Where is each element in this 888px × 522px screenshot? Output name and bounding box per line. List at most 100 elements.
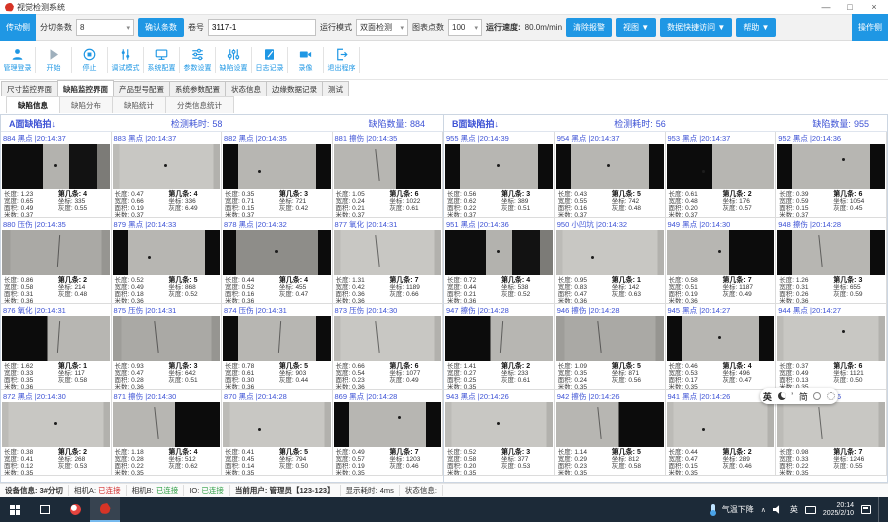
admin-login-button[interactable]: 管理登录 (0, 47, 35, 73)
data-quick-access-menu-button[interactable]: 数据快捷访问 ▼ (660, 18, 732, 37)
defect-cell[interactable]: 944 黑点 |20:14:27 长度: 0.37 宽度: 0.49 面积: 0… (776, 304, 887, 390)
defect-image[interactable] (223, 316, 331, 361)
defect-image[interactable] (556, 144, 664, 189)
defect-cell[interactable]: 946 擦伤 |20:14:28 长度: 1.09 宽度: 0.35 面积: 0… (555, 304, 666, 390)
param-settings-button[interactable]: 参数设置 (180, 47, 215, 73)
defect-image[interactable] (556, 316, 664, 361)
tab-0[interactable]: 尺寸监控界面 (1, 81, 58, 96)
ime-simplified-toggle[interactable]: 简 (799, 390, 808, 403)
defect-image[interactable] (2, 402, 110, 447)
minimize-button[interactable]: — (814, 0, 838, 14)
defect-image[interactable] (556, 402, 664, 447)
defect-image[interactable] (667, 230, 775, 275)
system-config-button[interactable]: 系统配置 (144, 47, 179, 73)
defect-cell[interactable]: 954 黑点 |20:14:37 长度: 0.43 宽度: 0.55 面积: 0… (555, 132, 666, 218)
defect-image[interactable] (2, 316, 110, 361)
defect-cell[interactable]: 884 黑点 |20:14:37 长度: 1.23 宽度: 0.65 面积: 0… (1, 132, 112, 218)
tab-1[interactable]: 缺陷监控界面 (57, 80, 114, 96)
start-button[interactable]: 开始 (36, 47, 71, 73)
defect-cell[interactable]: 951 黑点 |20:14:36 长度: 0.72 宽度: 0.44 面积: 0… (444, 218, 555, 304)
defect-cell[interactable]: 953 黑点 |20:14:37 长度: 0.61 宽度: 0.48 面积: 0… (666, 132, 777, 218)
defect-cell[interactable]: 878 黑点 |20:14:32 长度: 0.44 宽度: 0.52 面积: 0… (222, 218, 333, 304)
ime-english-toggle[interactable]: 英 (763, 390, 772, 403)
defect-cell[interactable]: 874 压伤 |20:14:31 长度: 0.78 宽度: 0.61 面积: 0… (222, 304, 333, 390)
action-center-icon[interactable] (861, 505, 871, 514)
defect-image[interactable] (777, 316, 885, 361)
record-video-button[interactable]: 录像 (288, 47, 323, 73)
defect-cell[interactable]: 941 黑点 |20:14:26 长度: 0.44 宽度: 0.47 面积: 0… (666, 390, 777, 476)
defect-image[interactable] (777, 144, 885, 189)
maximize-button[interactable]: □ (838, 0, 862, 14)
gear-icon[interactable] (827, 392, 835, 400)
defect-cell[interactable]: 882 黑点 |20:14:35 长度: 0.35 宽度: 0.71 面积: 0… (222, 132, 333, 218)
clear-alarm-button[interactable]: 清除报警 (566, 18, 612, 37)
language-indicator[interactable]: 英 (790, 504, 798, 515)
tab-3[interactable]: 系统参数配置 (169, 81, 226, 96)
defect-cell[interactable]: 952 黑点 |20:14:36 长度: 0.39 宽度: 0.59 面积: 0… (776, 132, 887, 218)
defect-image[interactable] (445, 144, 553, 189)
chart-points-select[interactable]: 100 ▾ (448, 19, 482, 36)
defect-image[interactable] (223, 230, 331, 275)
moon-icon[interactable] (778, 392, 786, 400)
defect-image[interactable] (334, 402, 442, 447)
defect-cell[interactable]: 942 擦伤 |20:14:26 长度: 1.14 宽度: 0.29 面积: 0… (555, 390, 666, 476)
ime-toolbar[interactable]: 英 ’ 简 (760, 388, 838, 404)
start-button[interactable] (0, 497, 30, 522)
tray-expand-icon[interactable]: ∧ (761, 506, 766, 514)
roll-number-input[interactable] (208, 19, 316, 36)
defect-cell[interactable]: 879 黑点 |20:14:33 长度: 0.52 宽度: 0.49 面积: 0… (112, 218, 223, 304)
defect-cell[interactable]: 949 黑点 |20:14:30 长度: 0.58 宽度: 0.51 面积: 0… (666, 218, 777, 304)
exit-program-button[interactable]: 退出程序 (324, 47, 359, 73)
defect-cell[interactable]: 872 黑点 |20:14:30 长度: 0.38 宽度: 0.41 面积: 0… (1, 390, 112, 476)
run-mode-select[interactable]: 双面检测 ▾ (356, 19, 408, 36)
close-button[interactable]: × (862, 0, 886, 14)
touch-keyboard-icon[interactable] (805, 506, 816, 514)
tab-2[interactable]: 产品型号配置 (113, 81, 170, 96)
defect-image[interactable] (113, 230, 221, 275)
ime-punctuation-toggle[interactable]: ’ (791, 391, 793, 401)
defect-cell[interactable]: 871 擦伤 |20:14:30 长度: 1.18 宽度: 0.28 面积: 0… (112, 390, 223, 476)
subtab-3[interactable]: 分类信息统计 (165, 96, 234, 113)
panel-b-title[interactable]: B面缺陷拍↓ (452, 117, 614, 130)
defect-image[interactable] (113, 316, 221, 361)
confirm-count-button[interactable]: 确认条数 (138, 18, 184, 37)
weather-text[interactable]: 气温下降 (722, 504, 754, 515)
defect-cell[interactable]: 880 压伤 |20:14:35 长度: 0.86 宽度: 0.58 面积: 0… (1, 218, 112, 304)
tab-6[interactable]: 测试 (322, 81, 349, 96)
defect-cell[interactable]: 883 黑点 |20:14:37 长度: 0.47 宽度: 0.66 面积: 0… (112, 132, 223, 218)
tab-4[interactable]: 状态信息 (225, 81, 267, 96)
operate-side-button[interactable]: 操作侧 (852, 14, 888, 41)
defect-image[interactable] (223, 402, 331, 447)
defect-cell[interactable]: 948 擦伤 |20:14:28 长度: 1.26 宽度: 0.31 面积: 0… (776, 218, 887, 304)
defect-image[interactable] (113, 402, 221, 447)
defect-cell[interactable]: 875 压伤 |20:14:31 长度: 0.93 宽度: 0.47 面积: 0… (112, 304, 223, 390)
weather-thermometer-icon[interactable] (711, 504, 715, 515)
show-desktop-button[interactable] (878, 497, 882, 522)
defect-image[interactable] (2, 144, 110, 189)
drive-side-button[interactable]: 传动侧 (0, 14, 36, 41)
defect-cell[interactable]: 876 氧化 |20:14:31 长度: 1.62 宽度: 0.33 面积: 0… (1, 304, 112, 390)
defect-image[interactable] (2, 230, 110, 275)
defect-image[interactable] (667, 402, 775, 447)
defect-image[interactable] (556, 230, 664, 275)
tab-5[interactable]: 边缘数据记录 (266, 81, 323, 96)
ime-emoji-icon[interactable] (813, 392, 821, 400)
defect-cell[interactable]: 877 氧化 |20:14:31 长度: 1.31 宽度: 0.42 面积: 0… (333, 218, 444, 304)
debug-mode-button[interactable]: 调试模式 (108, 47, 143, 73)
defect-image[interactable] (667, 144, 775, 189)
slit-count-select[interactable]: 8 ▾ (76, 19, 134, 36)
defect-cell[interactable]: 947 擦伤 |20:14:28 长度: 1.41 宽度: 0.27 面积: 0… (444, 304, 555, 390)
help-menu-button[interactable]: 帮助 ▼ (736, 18, 776, 37)
defect-image[interactable] (777, 402, 885, 447)
defect-cell[interactable]: 881 擦伤 |20:14:35 长度: 1.05 宽度: 0.24 面积: 0… (333, 132, 444, 218)
defect-cell[interactable]: 950 小凹坑 |20:14:32 长度: 0.95 宽度: 0.83 面积: … (555, 218, 666, 304)
defect-image[interactable] (334, 230, 442, 275)
defect-image[interactable] (223, 144, 331, 189)
subtab-2[interactable]: 缺陷统计 (112, 96, 166, 113)
defect-cell[interactable]: 943 黑点 |20:14:26 长度: 0.52 宽度: 0.58 面积: 0… (444, 390, 555, 476)
defect-cell[interactable]: 945 黑点 |20:14:27 长度: 0.46 宽度: 0.53 面积: 0… (666, 304, 777, 390)
defect-image[interactable] (445, 230, 553, 275)
defect-image[interactable] (445, 316, 553, 361)
taskbar-clock[interactable]: 20:142025/2/10 (823, 502, 854, 518)
view-menu-button[interactable]: 视图 ▼ (616, 18, 656, 37)
